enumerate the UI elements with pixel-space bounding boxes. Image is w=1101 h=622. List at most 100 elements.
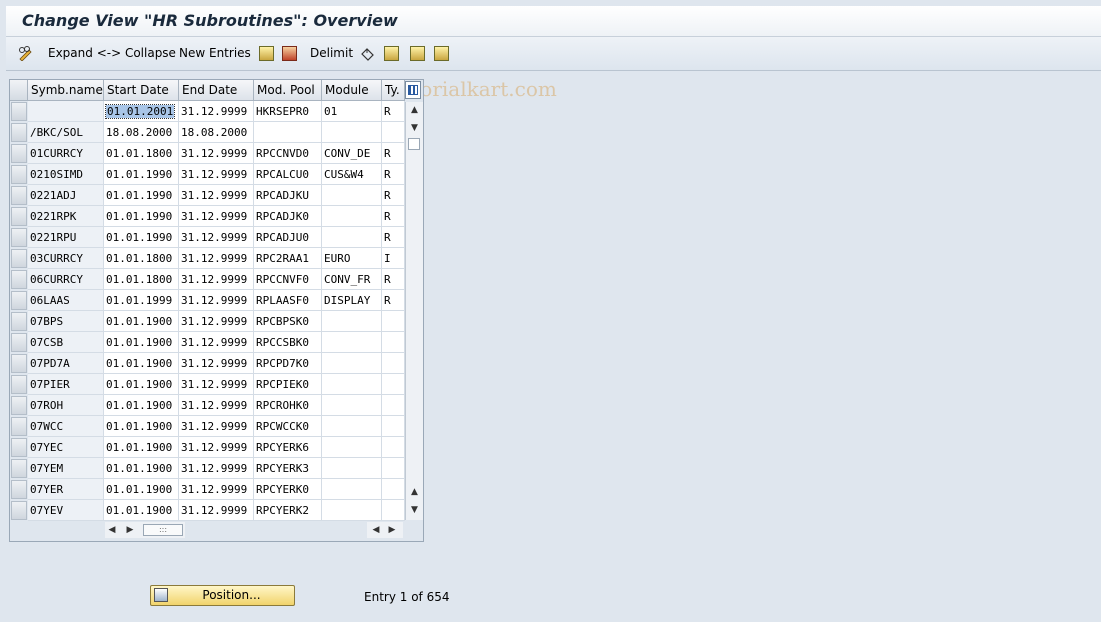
row-selector[interactable]	[11, 501, 27, 520]
select-all-icon[interactable]	[384, 46, 399, 61]
cell-end-date[interactable]: 31.12.9999	[179, 185, 254, 206]
cell-start-date[interactable]: 01.01.1990	[104, 164, 179, 185]
cell-end-date[interactable]: 31.12.9999	[179, 101, 254, 122]
scroll-down-bottom-icon[interactable]: ▼	[406, 502, 423, 518]
cell-start-date[interactable]: 01.01.1900	[104, 437, 179, 458]
cell-end-date[interactable]: 31.12.9999	[179, 227, 254, 248]
row-selector[interactable]	[11, 165, 27, 184]
scroll-up-icon[interactable]: ▲	[406, 102, 423, 118]
cell-type[interactable]	[382, 479, 405, 500]
cell-start-date[interactable]: 01.01.1990	[104, 227, 179, 248]
cell-module[interactable]	[322, 479, 382, 500]
cell-end-date[interactable]: 31.12.9999	[179, 164, 254, 185]
cell-end-date[interactable]: 31.12.9999	[179, 395, 254, 416]
cell-end-date[interactable]: 31.12.9999	[179, 458, 254, 479]
scroll-left-icon[interactable]: ◀	[369, 522, 383, 538]
cell-mod-pool[interactable]: RPCALCU0	[254, 164, 322, 185]
cell-end-date[interactable]: 31.12.9999	[179, 374, 254, 395]
cell-mod-pool[interactable]	[254, 122, 322, 143]
vertical-scrollbar[interactable]: ▲ ▼ ▲ ▼	[405, 102, 423, 520]
cell-type[interactable]: R	[382, 290, 405, 311]
cell-module[interactable]: CONV_FR	[322, 269, 382, 290]
scroll-up-bottom-icon[interactable]: ▲	[406, 484, 423, 500]
cell-type[interactable]	[382, 332, 405, 353]
cell-module[interactable]	[322, 416, 382, 437]
cell-type[interactable]	[382, 311, 405, 332]
position-button[interactable]: Position...	[150, 585, 295, 606]
cell-start-date[interactable]: 01.01.1900	[104, 395, 179, 416]
cell-mod-pool[interactable]: RPCCSBK0	[254, 332, 322, 353]
row-selector[interactable]	[11, 480, 27, 499]
column-header-symb-name[interactable]: Symb.name	[28, 80, 104, 101]
cell-end-date[interactable]: 31.12.9999	[179, 479, 254, 500]
cell-module[interactable]	[322, 500, 382, 521]
cell-start-date[interactable]: 01.01.1900	[104, 332, 179, 353]
cell-start-date[interactable]: 01.01.1900	[104, 311, 179, 332]
cell-start-date[interactable]: 01.01.1900	[104, 353, 179, 374]
scroll-left-icon[interactable]: ◀	[105, 522, 119, 538]
cell-mod-pool[interactable]: RPCPD7K0	[254, 353, 322, 374]
row-selector[interactable]	[11, 417, 27, 436]
cell-module[interactable]: CONV_DE	[322, 143, 382, 164]
select-block-icon[interactable]	[410, 46, 425, 61]
cell-type[interactable]: R	[382, 143, 405, 164]
pencil-glasses-icon[interactable]	[18, 46, 33, 62]
cell-module[interactable]: 01	[322, 101, 382, 122]
cell-mod-pool[interactable]: RPCCNVD0	[254, 143, 322, 164]
cell-type[interactable]	[382, 374, 405, 395]
cell-end-date[interactable]: 31.12.9999	[179, 143, 254, 164]
row-selector[interactable]	[11, 102, 27, 121]
horizontal-scrollbar-right[interactable]: ◀ ▶	[367, 522, 403, 538]
cell-mod-pool[interactable]: RPCYERK0	[254, 479, 322, 500]
cell-start-date[interactable]: 01.01.1900	[104, 374, 179, 395]
cell-type[interactable]	[382, 500, 405, 521]
cell-type[interactable]	[382, 353, 405, 374]
column-header-start-date[interactable]: Start Date	[104, 80, 179, 101]
column-header-mod-pool[interactable]: Mod. Pool	[254, 80, 322, 101]
row-selector[interactable]	[11, 333, 27, 352]
row-selector[interactable]	[11, 270, 27, 289]
new-entries-button[interactable]: New Entries	[179, 37, 251, 70]
row-selector[interactable]	[11, 186, 27, 205]
scroll-right-icon[interactable]: ▶	[385, 522, 399, 538]
cell-end-date[interactable]: 31.12.9999	[179, 311, 254, 332]
cell-mod-pool[interactable]: RPCWCCK0	[254, 416, 322, 437]
cell-end-date[interactable]: 18.08.2000	[179, 122, 254, 143]
row-selector[interactable]	[11, 312, 27, 331]
cell-type[interactable]	[382, 122, 405, 143]
column-header-module[interactable]: Module	[322, 80, 382, 101]
cell-mod-pool[interactable]: RPCPIEK0	[254, 374, 322, 395]
row-selector[interactable]	[11, 207, 27, 226]
cell-end-date[interactable]: 31.12.9999	[179, 437, 254, 458]
cell-type[interactable]	[382, 416, 405, 437]
horizontal-scroll-thumb[interactable]: :::	[143, 524, 183, 536]
undo-icon[interactable]	[360, 46, 375, 61]
cell-mod-pool[interactable]: RPCYERK3	[254, 458, 322, 479]
cell-start-date[interactable]: 01.01.1900	[104, 416, 179, 437]
copy-icon[interactable]	[259, 46, 274, 61]
cell-module[interactable]	[322, 395, 382, 416]
cell-start-date[interactable]: 01.01.2001	[104, 101, 179, 122]
cell-start-date[interactable]: 01.01.1800	[104, 143, 179, 164]
cell-end-date[interactable]: 31.12.9999	[179, 269, 254, 290]
cell-type[interactable]: R	[382, 227, 405, 248]
horizontal-scrollbar[interactable]: ◀ ▶ :::	[105, 522, 185, 538]
cell-end-date[interactable]: 31.12.9999	[179, 290, 254, 311]
cell-module[interactable]	[322, 332, 382, 353]
cell-module[interactable]: EURO	[322, 248, 382, 269]
row-selector[interactable]	[11, 396, 27, 415]
cell-type[interactable]: R	[382, 101, 405, 122]
cell-module[interactable]	[322, 374, 382, 395]
column-header-end-date[interactable]: End Date	[179, 80, 254, 101]
cell-module[interactable]: DISPLAY	[322, 290, 382, 311]
cell-start-date[interactable]: 01.01.1800	[104, 269, 179, 290]
table-settings-icon[interactable]	[405, 81, 421, 99]
cell-type[interactable]: R	[382, 269, 405, 290]
row-selector[interactable]	[11, 144, 27, 163]
cell-mod-pool[interactable]: RPCROHK0	[254, 395, 322, 416]
scroll-right-icon[interactable]: ▶	[123, 522, 137, 538]
cell-type[interactable]: R	[382, 185, 405, 206]
cell-mod-pool[interactable]: RPCADJK0	[254, 206, 322, 227]
cell-end-date[interactable]: 31.12.9999	[179, 248, 254, 269]
cell-type[interactable]	[382, 458, 405, 479]
